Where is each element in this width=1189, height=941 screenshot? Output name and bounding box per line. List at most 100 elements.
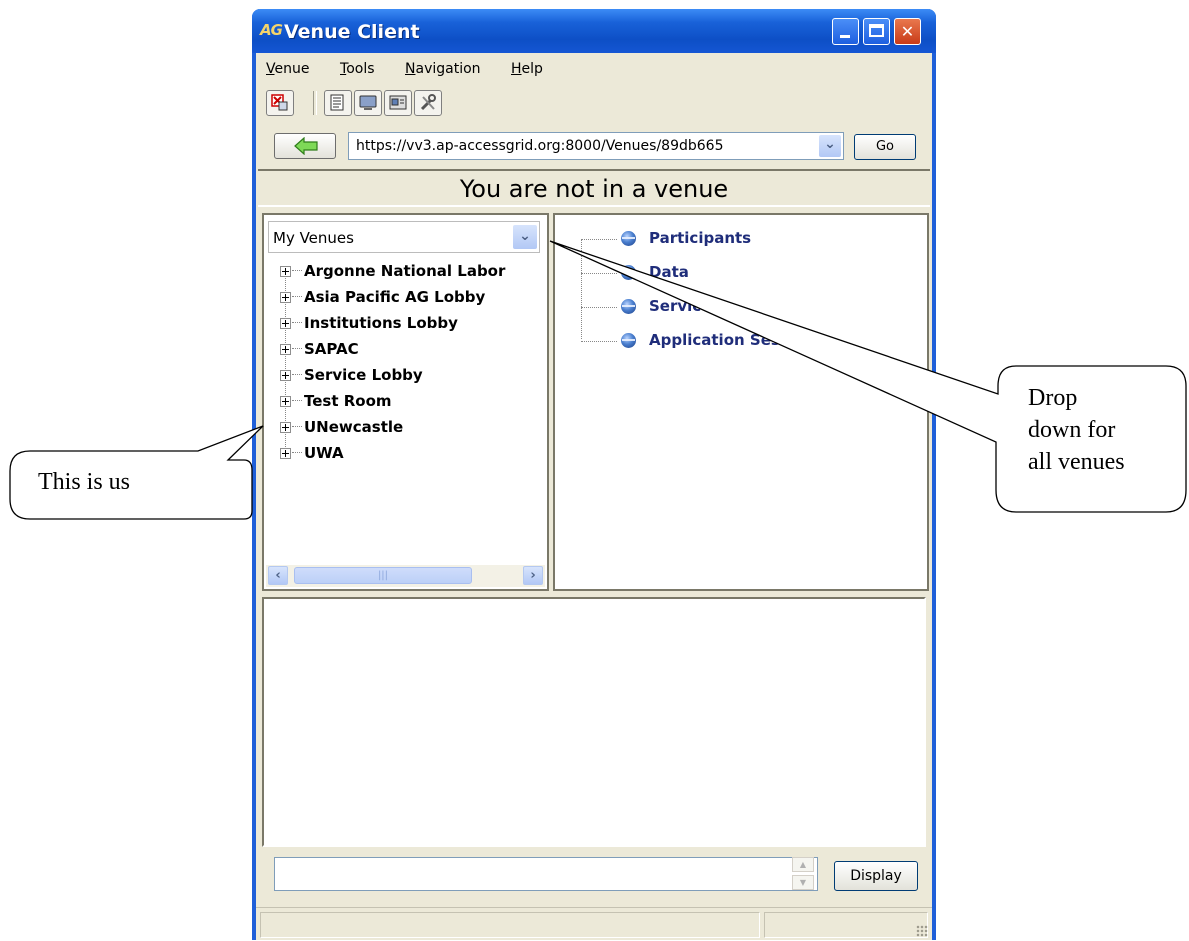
maximize-icon bbox=[869, 24, 884, 37]
text-chat-output[interactable] bbox=[262, 597, 926, 847]
node-settings-button[interactable] bbox=[384, 90, 412, 116]
chevron-right-icon: › bbox=[530, 568, 536, 583]
expand-icon[interactable] bbox=[280, 370, 291, 381]
status-bar bbox=[256, 907, 932, 941]
menu-help[interactable]: Help bbox=[511, 61, 543, 77]
scroll-left-button[interactable]: ‹ bbox=[268, 566, 288, 585]
venue-tree-item[interactable]: UWA bbox=[274, 441, 542, 467]
tree-connector bbox=[292, 322, 302, 323]
venue-status-banner: You are not in a venue bbox=[258, 169, 930, 207]
tree-connector bbox=[581, 273, 617, 274]
expand-icon[interactable] bbox=[280, 422, 291, 433]
accessgrid-logo-icon: AG bbox=[260, 21, 283, 39]
go-button[interactable]: Go bbox=[854, 134, 916, 160]
orb-icon bbox=[621, 231, 636, 246]
close-icon: ✕ bbox=[900, 22, 915, 41]
expand-icon[interactable] bbox=[280, 292, 291, 303]
venue-tree-item[interactable]: Institutions Lobby bbox=[274, 311, 542, 337]
orb-icon bbox=[621, 333, 636, 348]
menu-venue[interactable]: Venue bbox=[266, 61, 309, 77]
section-label: Data bbox=[649, 263, 689, 281]
venue-tree-item[interactable]: SAPAC bbox=[274, 337, 542, 363]
venue-list-selector[interactable]: My Venues ⌄ bbox=[268, 221, 540, 253]
menu-venue-mnemonic: V bbox=[266, 61, 275, 77]
expand-icon[interactable] bbox=[280, 318, 291, 329]
venue-list-hscrollbar[interactable]: ‹ ||| › bbox=[266, 565, 545, 587]
grip-icon: ||| bbox=[377, 570, 389, 581]
tree-connector bbox=[292, 374, 302, 375]
exit-icon bbox=[271, 94, 288, 111]
node-settings-icon bbox=[389, 95, 407, 110]
tools-button[interactable] bbox=[414, 90, 442, 116]
expand-icon[interactable] bbox=[280, 266, 291, 277]
menu-tools[interactable]: Tools bbox=[340, 61, 375, 77]
window-title: Venue Client bbox=[284, 21, 420, 43]
back-button[interactable] bbox=[274, 133, 336, 159]
venue-list-panel: My Venues ⌄ Argonne National Labor Asia … bbox=[262, 213, 549, 591]
venue-tree-item-label: SAPAC bbox=[304, 340, 359, 358]
tree-connector bbox=[292, 348, 302, 349]
status-field bbox=[260, 912, 760, 938]
section-label: Application Sessions bbox=[649, 331, 824, 349]
menu-tools-label: ools bbox=[346, 61, 375, 77]
scroll-right-button[interactable]: › bbox=[523, 566, 543, 585]
venue-client-window: AG Venue Client ✕ Venue Tools Navigation… bbox=[252, 9, 936, 940]
chevron-down-icon: ⌄ bbox=[824, 136, 836, 152]
expand-icon[interactable] bbox=[280, 448, 291, 459]
left-callout-text: This is us bbox=[38, 469, 131, 495]
address-bar: https://vv3.ap-accessgrid.org:8000/Venue… bbox=[256, 129, 932, 165]
exit-button[interactable] bbox=[266, 90, 294, 116]
tree-connector bbox=[292, 270, 302, 271]
expand-icon[interactable] bbox=[280, 396, 291, 407]
tools-icon bbox=[420, 94, 436, 111]
toolbar bbox=[256, 87, 932, 121]
scroll-thumb[interactable]: ||| bbox=[294, 567, 472, 584]
menu-bar: Venue Tools Navigation Help bbox=[256, 55, 932, 83]
venue-tree-item[interactable]: Test Room bbox=[274, 389, 542, 415]
orb-icon bbox=[621, 299, 636, 314]
venue-tree: Argonne National Labor Asia Pacific AG L… bbox=[274, 259, 542, 467]
venue-tree-item[interactable]: Asia Pacific AG Lobby bbox=[274, 285, 542, 311]
monitor-button[interactable] bbox=[354, 90, 382, 116]
chevron-down-icon: ⌄ bbox=[519, 228, 531, 244]
title-bar[interactable]: AG Venue Client ✕ bbox=[252, 9, 936, 53]
display-button[interactable]: Display bbox=[834, 861, 918, 891]
menu-venue-label: enue bbox=[274, 61, 310, 77]
venue-tree-item[interactable]: Argonne National Labor bbox=[274, 259, 542, 285]
venue-url-combobox[interactable]: https://vv3.ap-accessgrid.org:8000/Venue… bbox=[348, 132, 844, 160]
url-dropdown-button[interactable]: ⌄ bbox=[819, 135, 841, 157]
minimize-button[interactable] bbox=[832, 18, 859, 45]
maximize-button[interactable] bbox=[863, 18, 890, 45]
section-label: Participants bbox=[649, 229, 752, 247]
venue-url-input[interactable]: https://vv3.ap-accessgrid.org:8000/Venue… bbox=[356, 138, 723, 154]
text-chat-input[interactable] bbox=[274, 857, 818, 891]
properties-button[interactable] bbox=[324, 90, 352, 116]
venue-tree-item-label: UNewcastle bbox=[304, 418, 404, 436]
tree-connector bbox=[292, 296, 302, 297]
right-callout-text-line3: all venues bbox=[1028, 449, 1125, 475]
chevron-left-icon: ‹ bbox=[275, 568, 281, 583]
scroll-down-icon[interactable]: ▼ bbox=[792, 875, 814, 890]
tree-connector bbox=[292, 426, 302, 427]
scroll-up-icon[interactable]: ▲ bbox=[792, 857, 814, 872]
close-button[interactable]: ✕ bbox=[894, 18, 921, 45]
venue-tree-item[interactable]: Service Lobby bbox=[274, 363, 542, 389]
menu-help-label: elp bbox=[521, 61, 543, 77]
menu-help-mnemonic: H bbox=[511, 61, 522, 77]
properties-icon bbox=[330, 94, 344, 111]
venue-tree-item[interactable]: UNewcastle bbox=[274, 415, 542, 441]
tree-connector bbox=[581, 239, 617, 240]
tree-connector bbox=[292, 452, 302, 453]
venue-contents-panel: Participants Data Services Application S… bbox=[553, 213, 929, 591]
venue-list-dropdown-button[interactable]: ⌄ bbox=[513, 225, 537, 249]
menu-navigation[interactable]: Navigation bbox=[405, 61, 481, 77]
venue-tree-item-label: Asia Pacific AG Lobby bbox=[304, 288, 486, 306]
resize-grip-icon[interactable] bbox=[916, 925, 928, 937]
minimize-icon bbox=[840, 35, 850, 38]
venue-tree-item-label: UWA bbox=[304, 444, 344, 462]
expand-icon[interactable] bbox=[280, 344, 291, 355]
venue-tree-item-label: Test Room bbox=[304, 392, 392, 410]
input-scroll-buttons[interactable]: ▲ ▼ bbox=[790, 857, 816, 891]
back-arrow-icon bbox=[294, 137, 318, 155]
tree-connector bbox=[581, 239, 582, 339]
